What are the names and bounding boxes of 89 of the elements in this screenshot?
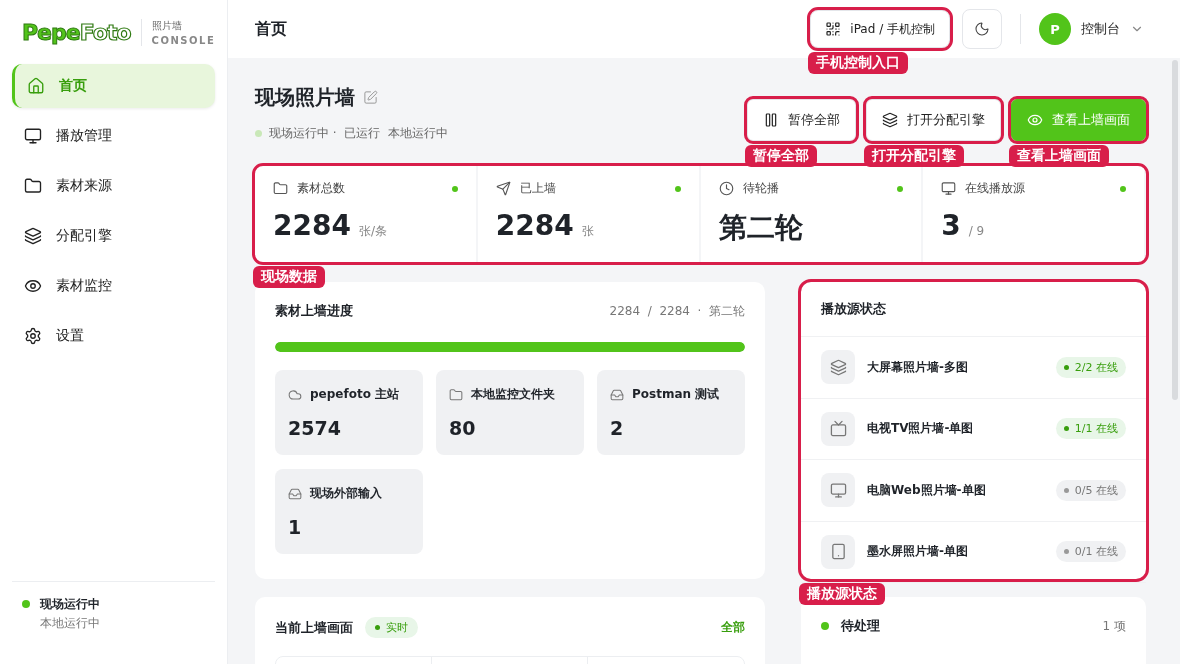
layers-icon (882, 112, 898, 128)
stat-value: 2284 (273, 209, 351, 242)
callout-label: 查看上墙画面 (1009, 145, 1109, 167)
source-count: 80 (449, 417, 477, 439)
qr-code-icon (825, 21, 842, 37)
monitor-icon (829, 481, 847, 499)
folder-icon (273, 181, 288, 196)
user-menu[interactable]: P 控制台 (1039, 13, 1144, 45)
layers-icon (829, 358, 847, 376)
callout-label: 打开分配引擎 (864, 145, 964, 167)
card-title: 当前上墙画面 (275, 618, 353, 637)
callout-label: 手机控制入口 (808, 52, 909, 74)
logo-caption: CONSOLE (151, 34, 216, 46)
inbox-icon (610, 387, 624, 402)
player-name: 电视TV照片墙-单图 (867, 420, 975, 438)
pending-count: 1 项 (1102, 617, 1126, 635)
status-text: 现场运行中 · 已运行 本地运行中 (269, 125, 448, 142)
player-row[interactable]: 大屏幕照片墙-多图 2/2 在线 (801, 337, 1146, 399)
source-name: 现场外部输入 (310, 485, 382, 502)
settings-icon (24, 327, 42, 345)
progress-summary: 2284 / 2284 · 第二轮 (609, 302, 745, 320)
player-row[interactable]: 电脑Web照片墙-单图 0/5 在线 (801, 460, 1146, 522)
status-pill: 0/1 在线 (1055, 541, 1126, 563)
pause-icon (763, 112, 779, 128)
player-name: 大屏幕照片墙-多图 (867, 358, 969, 376)
live-badge: 实时 (365, 617, 418, 638)
callout-label: 播放源状态 (799, 583, 885, 605)
clock-icon (718, 181, 734, 196)
source-name: Postman 测试 (632, 386, 720, 403)
status-pill: 1/1 在线 (1055, 418, 1126, 440)
page-title: 现场照片墙 (255, 84, 355, 111)
folder-icon (449, 387, 463, 402)
stat-unit: 张 (581, 223, 594, 240)
cloud-icon (288, 387, 302, 402)
sidebar-item[interactable]: 素材监控 (12, 264, 215, 308)
stat-value: 3 (941, 209, 961, 242)
stat-unit: / 9 (968, 224, 985, 238)
player-row[interactable]: 墨水屏照片墙-单图 0/1 在线 (801, 521, 1146, 583)
source-name: pepefoto 主站 (310, 386, 400, 403)
source-count: 2 (610, 417, 625, 439)
stat-label: 素材总数 (297, 180, 346, 197)
status-pill: 0/5 在线 (1055, 479, 1126, 501)
callout-label: 暂停全部 (745, 145, 817, 167)
page-heading: 首页 (255, 18, 288, 40)
player-name: 墨水屏照片墙-单图 (867, 543, 969, 561)
sidebar-item[interactable]: 设置 (12, 314, 215, 358)
card-title: 待处理 (841, 617, 880, 635)
stat-value: 第二轮 (718, 210, 803, 246)
edit-icon[interactable] (363, 90, 378, 105)
source-count: 2574 (288, 417, 342, 439)
stat-label: 已上墙 (519, 180, 557, 197)
eye-icon (24, 277, 42, 295)
layers-icon (24, 227, 42, 245)
action-button[interactable]: 暂停全部 (747, 99, 856, 141)
player-name: 电脑Web照片墙-单图 (867, 481, 987, 499)
tv-icon (829, 420, 847, 438)
scrollbar[interactable] (1172, 60, 1178, 400)
folder-icon (24, 177, 42, 195)
tablet-icon (829, 543, 847, 561)
player-row[interactable]: 电视TV照片墙-单图 1/1 在线 (801, 398, 1146, 460)
status-title: 现场运行中 (40, 596, 100, 613)
view-all-link[interactable]: 全部 (721, 619, 745, 636)
mobile-control-button[interactable]: iPad / 手机控制 (810, 10, 950, 48)
logo: PepeFoto (22, 19, 131, 45)
moon-icon (974, 21, 990, 37)
monitor-icon (24, 127, 42, 145)
inbox-icon (288, 486, 302, 501)
callout-label: 现场数据 (253, 266, 325, 288)
card-title: 播放源状态 (821, 300, 887, 318)
source-name: 本地监控文件夹 (471, 386, 555, 403)
stat-label: 待轮播 (742, 180, 780, 197)
stat-unit: 张/条 (358, 223, 387, 240)
paper-plane-icon (495, 181, 511, 196)
action-button[interactable]: 打开分配引擎 (866, 99, 1001, 141)
sidebar-item[interactable]: 素材来源 (12, 164, 215, 208)
status-detail: 本地运行中 (40, 615, 100, 632)
house-icon (27, 77, 45, 95)
sidebar-item[interactable]: 分配引擎 (12, 214, 215, 258)
theme-toggle-button[interactable] (962, 9, 1002, 49)
avatar: P (1039, 13, 1071, 45)
source-count: 1 (288, 516, 303, 538)
eye-icon (1027, 112, 1043, 128)
sidebar-item[interactable]: 播放管理 (12, 114, 215, 158)
status-pill: 2/2 在线 (1055, 356, 1126, 378)
stat-value: 2284 (495, 209, 574, 242)
monitor-icon (941, 181, 957, 196)
card-title: 素材上墙进度 (275, 302, 353, 320)
stat-label: 在线播放源 (965, 180, 1027, 197)
logo-subtitle: 照片墙 (151, 18, 183, 33)
